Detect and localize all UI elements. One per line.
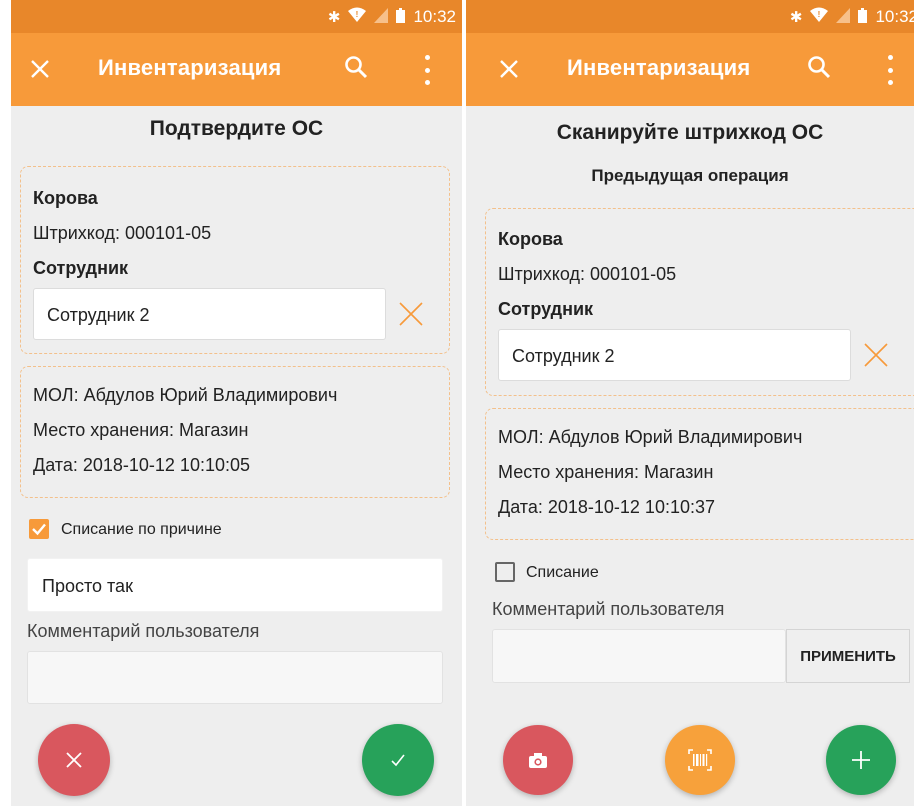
screen-scan-barcode: ✱ ! 10:32 Инвентаризация Сканируйте штри… — [466, 0, 914, 806]
asset-name: Корова — [33, 188, 98, 208]
date-text: Дата: 2018-10-12 10:10:05 — [33, 455, 251, 475]
bluetooth-icon: ✱ — [327, 9, 341, 26]
close-icon[interactable] — [30, 51, 50, 88]
previous-operation-heading: Предыдущая операция — [591, 166, 789, 185]
confirm-button[interactable] — [362, 724, 434, 796]
more-vert-icon[interactable] — [422, 55, 432, 85]
asset-name: Корова — [498, 229, 563, 249]
app-bar: Инвентаризация — [466, 33, 914, 106]
scan-barcode-button[interactable] — [665, 725, 735, 795]
photo-button[interactable] — [503, 725, 573, 795]
barcode-icon — [688, 749, 712, 771]
comment-input[interactable] — [27, 651, 443, 704]
employee-field[interactable]: Сотрудник 2 — [33, 288, 386, 340]
date-text: Дата: 2018-10-12 10:10:37 — [498, 497, 716, 517]
clear-employee-icon[interactable] — [863, 342, 889, 373]
employee-label: Сотрудник — [498, 299, 594, 319]
employee-label: Сотрудник — [33, 258, 129, 278]
location-text: Место хранения: Магазин — [498, 462, 714, 482]
writeoff-reason-value: Просто так — [42, 576, 133, 596]
camera-icon — [529, 752, 547, 768]
bluetooth-icon: ✱ — [789, 9, 803, 26]
employee-field-value: Сотрудник 2 — [512, 346, 615, 366]
cancel-button[interactable] — [38, 724, 110, 796]
screen-confirm-asset: ✱ ! 10:32 Инвентаризация Подтвердите ОС … — [11, 0, 462, 806]
search-icon[interactable] — [344, 55, 368, 84]
clear-employee-icon[interactable] — [398, 301, 424, 332]
app-title: Инвентаризация — [98, 55, 282, 80]
comment-label: Комментарий пользователя — [27, 621, 260, 641]
more-vert-icon[interactable] — [885, 55, 895, 85]
close-icon[interactable] — [499, 51, 519, 88]
signal-icon — [374, 7, 389, 27]
app-title: Инвентаризация — [567, 55, 751, 80]
apply-button[interactable]: ПРИМЕНИТЬ — [786, 629, 910, 683]
writeoff-reason-field[interactable]: Просто так — [27, 558, 443, 612]
check-icon — [391, 754, 405, 767]
comment-label: Комментарий пользователя — [492, 599, 725, 619]
writeoff-label: Списание по причине — [61, 521, 222, 538]
add-button[interactable] — [826, 725, 896, 795]
close-icon — [66, 752, 82, 768]
status-bar: ✱ ! 10:32 — [11, 0, 462, 33]
writeoff-checkbox[interactable] — [29, 519, 49, 539]
svg-text:!: ! — [818, 10, 821, 19]
plus-icon — [852, 751, 870, 769]
screen-heading: Сканируйте штрихкод ОС — [556, 121, 824, 144]
screen-heading: Подтвердите ОС — [149, 117, 324, 140]
asset-barcode: Штрихкод: 000101-05 — [33, 223, 212, 243]
battery-icon — [858, 7, 868, 27]
status-time: 10:32 — [413, 7, 456, 26]
search-icon[interactable] — [807, 55, 831, 84]
battery-icon — [396, 7, 406, 27]
status-bar: ✱ ! 10:32 — [466, 0, 914, 33]
mol-text: МОЛ: Абдулов Юрий Владимирович — [498, 427, 803, 447]
app-bar: Инвентаризация — [11, 33, 462, 106]
writeoff-label: Списание — [526, 564, 599, 581]
asset-barcode: Штрихкод: 000101-05 — [498, 264, 677, 284]
mol-text: МОЛ: Абдулов Юрий Владимирович — [33, 385, 338, 405]
location-text: Место хранения: Магазин — [33, 420, 249, 440]
writeoff-checkbox[interactable] — [495, 562, 515, 582]
wifi-icon: ! — [810, 7, 829, 27]
comment-input[interactable] — [492, 629, 786, 683]
signal-icon — [836, 7, 851, 27]
status-time: 10:32 — [875, 7, 914, 26]
employee-field-value: Сотрудник 2 — [47, 305, 150, 325]
svg-text:!: ! — [356, 10, 359, 19]
wifi-icon: ! — [348, 7, 367, 27]
employee-field[interactable]: Сотрудник 2 — [498, 329, 851, 381]
